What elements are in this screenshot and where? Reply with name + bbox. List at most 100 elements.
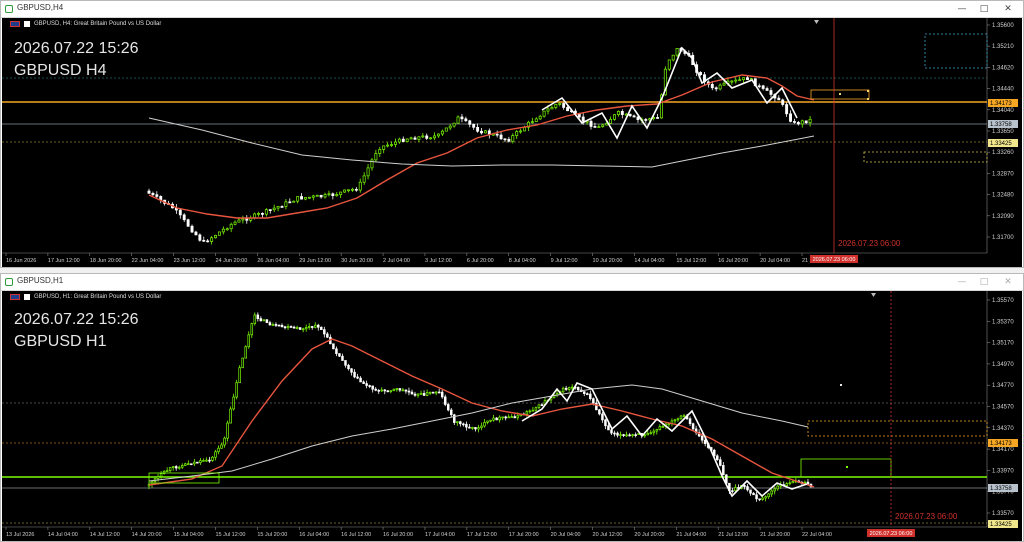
candle <box>761 497 764 500</box>
candle <box>220 444 223 449</box>
candle <box>338 353 341 357</box>
close-icon[interactable]: ✕ <box>997 275 1019 289</box>
maximize-icon[interactable]: □ <box>973 2 995 16</box>
time-tick-label: 10 Jul 20:00 <box>593 258 623 264</box>
time-tick-label: 14 Jul 04:00 <box>634 258 664 264</box>
candle <box>283 326 287 329</box>
candle <box>515 131 519 136</box>
candle <box>503 138 507 141</box>
scroll-arrow-icon[interactable] <box>814 20 819 24</box>
candle <box>558 103 562 105</box>
support-zone-rectangle[interactable] <box>863 151 988 163</box>
resistance-zone-rectangle[interactable] <box>807 420 988 437</box>
chart-marker <box>867 90 869 92</box>
candle <box>315 194 319 197</box>
candle <box>495 417 498 421</box>
window-titlebar[interactable]: GBPUSD,H4 — □ ✕ <box>1 1 1023 18</box>
candle <box>260 213 264 215</box>
maximize-icon[interactable]: □ <box>973 275 995 289</box>
candle <box>734 487 737 492</box>
candle <box>504 416 507 419</box>
candle <box>511 135 515 142</box>
flag-gb-icon <box>10 21 20 27</box>
candle <box>253 314 257 325</box>
candle <box>613 432 616 435</box>
candle <box>489 419 492 422</box>
time-tick-label: 16 Jul 12:00 <box>341 532 371 538</box>
moving-average-red <box>148 74 815 219</box>
price-chart-h1[interactable]: 1.35570 1.35370 1.35170 1.34970 1.34770 1.345… <box>2 291 1022 541</box>
time-tick-label: 16 Jul 20:00 <box>718 258 748 264</box>
candle <box>223 437 226 446</box>
minimize-icon[interactable]: — <box>951 2 973 16</box>
candle <box>777 97 781 101</box>
candle <box>566 107 570 112</box>
candle <box>460 116 464 120</box>
candle <box>448 125 452 129</box>
candle <box>238 367 241 384</box>
window-titlebar[interactable]: GBPUSD,H1 — □ ✕ <box>1 274 1023 291</box>
candle <box>292 200 296 203</box>
candle <box>319 194 323 198</box>
candle <box>676 418 680 421</box>
candle <box>498 416 501 421</box>
candle <box>791 481 795 484</box>
chart-canvas[interactable]: 1.35570 1.35370 1.35170 1.34970 1.34770 1.345… <box>2 291 1022 541</box>
candle <box>643 434 646 437</box>
candle <box>304 197 307 200</box>
candle <box>147 190 151 194</box>
time-tick-label: 2 Jul 04:00 <box>383 258 410 264</box>
candle <box>389 390 393 392</box>
time-tick-label: 15 Jul 12:00 <box>215 532 245 538</box>
candle <box>703 439 707 444</box>
candle <box>198 234 202 241</box>
chart-window-icon <box>5 278 13 286</box>
candle <box>437 391 441 394</box>
entry-zone-rectangle[interactable] <box>148 472 220 484</box>
candle <box>667 423 671 426</box>
candle <box>437 133 440 137</box>
candle <box>671 54 675 61</box>
chart-canvas[interactable]: 1.35600 1.35210 1.34620 1.34440 1.34040 1.336… <box>2 18 1022 267</box>
chart-header: GBPUSD, H1: Great Britain Pound vs US Do… <box>10 294 161 300</box>
candle <box>644 119 648 121</box>
candle <box>456 421 459 424</box>
candle <box>646 433 649 436</box>
candle <box>468 426 471 429</box>
price-tick-label: 1.35170 <box>992 341 1014 347</box>
time-tick-label: 29 Jun 12:00 <box>299 258 331 264</box>
price-chart-h4[interactable]: 1.35600 1.35210 1.34620 1.34440 1.34040 1.336… <box>2 18 1022 267</box>
candle <box>301 328 305 331</box>
moving-average-gray <box>148 384 809 482</box>
candle <box>682 415 686 418</box>
scroll-arrow-icon[interactable] <box>871 293 876 297</box>
candle <box>368 385 371 387</box>
candle <box>259 318 263 322</box>
candle <box>225 228 229 231</box>
candle <box>767 493 770 498</box>
candle <box>155 194 159 197</box>
candle <box>528 410 532 413</box>
zone-rectangle[interactable] <box>924 33 988 69</box>
close-icon[interactable]: ✕ <box>997 2 1019 16</box>
candle <box>652 430 656 434</box>
candle <box>718 84 722 90</box>
candle <box>241 357 244 369</box>
candle <box>609 119 613 124</box>
candle <box>796 122 800 125</box>
candle <box>447 404 450 411</box>
candle <box>537 404 541 409</box>
time-tick-label: 8 Jul 04:00 <box>509 258 536 264</box>
candle <box>619 434 622 436</box>
chart-marker <box>867 98 869 100</box>
candle <box>229 223 233 230</box>
candle <box>562 103 566 108</box>
candle <box>486 420 489 423</box>
candle <box>327 193 331 196</box>
time-tick-label: 21 Jul 12:00 <box>718 532 748 538</box>
price-marker-label: 1.33758 <box>990 486 1012 492</box>
candle <box>734 79 738 82</box>
candle <box>311 195 315 198</box>
minimize-icon[interactable]: — <box>951 275 973 289</box>
candle <box>769 90 773 95</box>
